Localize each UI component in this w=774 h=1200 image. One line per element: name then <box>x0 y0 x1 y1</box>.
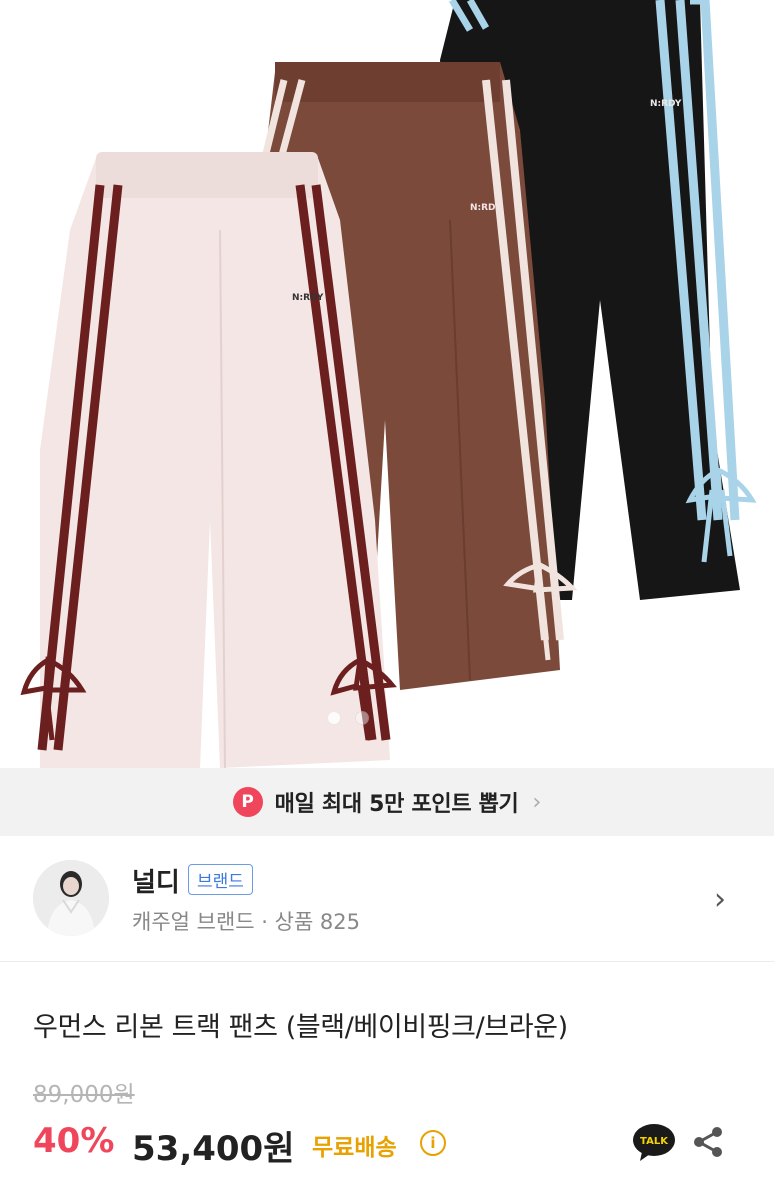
info-icon[interactable]: i <box>420 1130 446 1156</box>
kakao-talk-icon[interactable]: TALK <box>632 1122 676 1162</box>
logo-print-black: N:RDY <box>650 99 682 109</box>
brand-row[interactable]: 널디 브랜드 캐주얼 브랜드 · 상품 825 › <box>0 836 774 962</box>
original-price: 89,000원 <box>33 1082 135 1108</box>
product-title: 우먼스 리본 트랙 팬츠 (블랙/베이비핑크/브라운) <box>33 1012 568 1043</box>
logo-print-pink: N:RDY <box>292 293 324 303</box>
pink-pants <box>20 152 397 768</box>
logo-print-brown: N:RDY <box>470 203 502 213</box>
points-badge-icon: P <box>232 787 263 817</box>
points-promo-banner[interactable]: P 매일 최대 5만 포인트 뽑기 › <box>0 768 774 836</box>
brand-name[interactable]: 널디 <box>132 862 180 899</box>
free-shipping-label: 무료배송 <box>312 1135 397 1161</box>
share-icon[interactable] <box>690 1124 726 1160</box>
brand-avatar[interactable] <box>33 860 109 936</box>
brand-badge: 브랜드 <box>188 864 253 895</box>
discount-rate: 40% <box>33 1121 115 1161</box>
carousel-pager[interactable] <box>327 711 369 725</box>
pager-dot[interactable] <box>355 711 369 725</box>
chevron-right-icon[interactable]: › <box>714 882 726 917</box>
promo-text: 매일 최대 5만 포인트 뽑기 <box>274 792 519 817</box>
product-image-carousel[interactable]: N:RDY N:RDY N:RDY <box>0 0 774 768</box>
sale-price: 53,400원 <box>132 1129 295 1169</box>
product-image: N:RDY N:RDY N:RDY <box>20 0 757 768</box>
chevron-right-icon: › <box>532 789 542 815</box>
talk-label: TALK <box>640 1136 669 1147</box>
pager-dot-active[interactable] <box>327 711 341 725</box>
brand-subtitle: 캐주얼 브랜드 · 상품 825 <box>132 910 361 934</box>
